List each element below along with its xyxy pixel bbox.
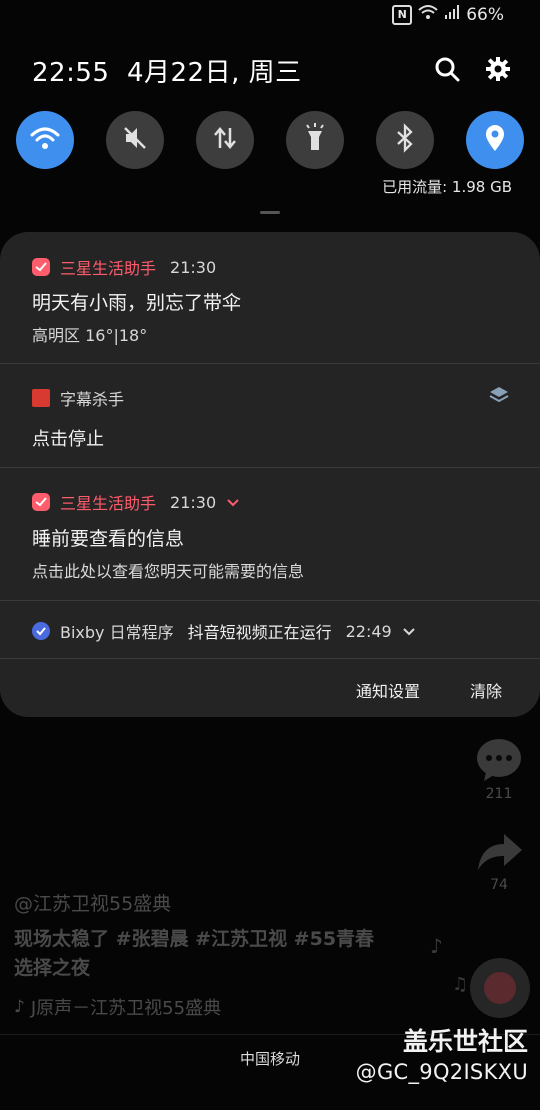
video-description: 现场太稳了 #张碧晨 #江苏卫视 #55青春 xyxy=(14,928,375,950)
timestamp: 22:49 xyxy=(345,621,392,641)
app-name: 字幕杀手 xyxy=(60,390,125,409)
notification-text: 高明区 16°|18° xyxy=(32,326,148,345)
status-bar: N 66% xyxy=(392,4,504,25)
battery-percent: 66% xyxy=(466,4,504,25)
notification-title: 睡前要查看的信息 xyxy=(32,528,185,550)
samsung-assistant-icon xyxy=(32,258,50,276)
notification-card[interactable]: 三星生活助手 21:30 睡前要查看的信息 点击此处以查看您明天可能需要的信息 xyxy=(0,468,540,601)
notification-card[interactable]: 三星生活助手 21:30 明天有小雨，别忘了带伞 高明区 16°|18° xyxy=(0,232,540,364)
app-name: 三星生活助手 xyxy=(60,494,157,513)
data-arrows-icon xyxy=(211,124,239,156)
quick-toggles xyxy=(16,111,524,169)
flashlight-icon xyxy=(301,123,329,157)
timestamp: 21:30 xyxy=(170,492,217,512)
gear-icon[interactable] xyxy=(481,52,515,86)
toggle-sound[interactable] xyxy=(106,111,164,169)
watermark-title: 盖乐世社区 xyxy=(402,1027,528,1056)
mute-icon xyxy=(121,124,149,156)
toggle-flashlight[interactable] xyxy=(286,111,344,169)
bixby-routines-icon xyxy=(32,622,50,640)
clear-button[interactable]: 清除 xyxy=(470,678,502,702)
notification-card[interactable]: 字幕杀手 点击停止 xyxy=(0,364,540,468)
share-icon xyxy=(476,832,524,872)
share-count: 74 xyxy=(490,877,508,893)
data-usage-label: 已用流量: 1.98 GB xyxy=(382,178,512,196)
wifi-icon xyxy=(30,126,60,154)
music-disc-icon[interactable] xyxy=(470,958,530,1018)
music-note-icon: ♪ xyxy=(430,934,443,958)
notification-panel: 三星生活助手 21:30 明天有小雨，别忘了带伞 高明区 16°|18° 字幕杀… xyxy=(0,232,540,717)
search-icon[interactable] xyxy=(430,52,464,86)
notification-title: 点击停止 xyxy=(32,429,104,450)
music-title: J原声－江苏卫视55盛典 xyxy=(30,998,222,1019)
tiktok-icon: ♪ xyxy=(14,997,25,1017)
toggle-location[interactable] xyxy=(466,111,524,169)
panel-handle[interactable] xyxy=(260,211,280,214)
wifi-icon xyxy=(418,4,438,25)
app-name: Bixby 日常程序 xyxy=(60,623,174,642)
notification-text: 点击此处以查看您明天可能需要的信息 xyxy=(32,562,305,581)
notification-settings-button[interactable]: 通知设置 xyxy=(356,678,420,702)
chevron-down-icon[interactable] xyxy=(226,493,240,512)
date: 4月22日, 周三 xyxy=(126,58,302,88)
app-name: 三星生活助手 xyxy=(60,259,157,278)
location-icon xyxy=(483,123,507,157)
music-row: ♪ J原声－江苏卫视55盛典 xyxy=(14,994,221,1020)
samsung-assistant-icon xyxy=(32,493,50,511)
toggle-mobile-data[interactable] xyxy=(196,111,254,169)
signal-icon xyxy=(444,4,460,25)
notification-title: 明天有小雨，别忘了带伞 xyxy=(32,292,242,314)
watermark-handle: @GC_9Q2ISKXU xyxy=(355,1060,528,1084)
bluetooth-icon xyxy=(393,123,417,157)
toggle-wifi[interactable] xyxy=(16,111,74,169)
comment-count: 211 xyxy=(485,786,513,802)
time: 22:55 xyxy=(32,58,110,88)
timestamp: 21:30 xyxy=(170,257,217,277)
video-description-line2: 选择之夜 xyxy=(14,957,91,979)
video-author: @江苏卫视55盛典 xyxy=(14,893,172,915)
subtitle-killer-icon xyxy=(32,389,50,407)
comment-icon xyxy=(476,738,522,782)
notification-card[interactable]: Bixby 日常程序 抖音短视频正在运行 22:49 xyxy=(0,601,540,659)
chevron-down-icon[interactable] xyxy=(402,622,416,641)
nfc-icon: N xyxy=(392,4,413,25)
layers-icon xyxy=(489,386,509,408)
toggle-bluetooth[interactable] xyxy=(376,111,434,169)
clock-date: 22:55 4月22日, 周三 xyxy=(32,52,302,89)
music-note-icon: ♫ xyxy=(452,974,469,995)
notification-title: 抖音短视频正在运行 xyxy=(187,623,332,642)
